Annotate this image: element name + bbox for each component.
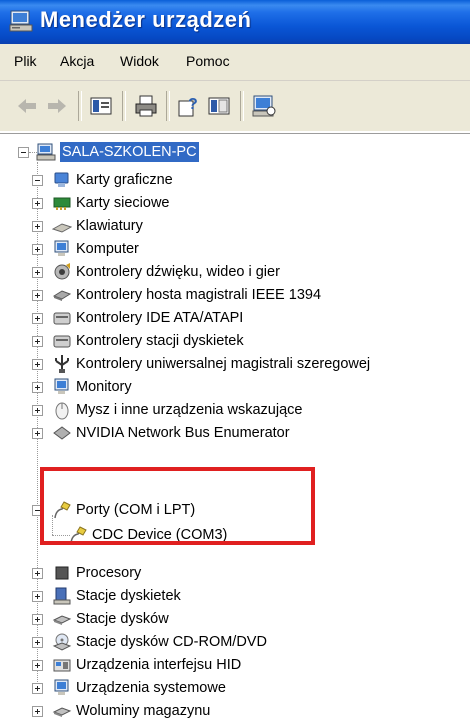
tree-item-nvidia[interactable]: NVIDIA Network Bus Enumerator xyxy=(76,423,290,443)
tree-root-label[interactable]: SALA-SZKOLEN-PC xyxy=(60,142,199,162)
mouse-icon xyxy=(55,402,69,420)
device-tree[interactable]: SALA-SZKOLEN-PC Karty graficzne Karty si… xyxy=(0,133,470,722)
expand-toggle[interactable] xyxy=(32,221,43,232)
tree-vertical-line xyxy=(37,162,38,686)
tree-item-monitory[interactable]: Monitory xyxy=(76,377,132,397)
ieee1394-icon xyxy=(52,290,72,301)
expand-toggle[interactable] xyxy=(32,175,43,186)
menu-pomoc[interactable]: Pomoc xyxy=(186,53,230,69)
expand-toggle[interactable] xyxy=(32,313,43,324)
back-arrow-icon[interactable] xyxy=(14,93,40,119)
expand-toggle[interactable] xyxy=(32,706,43,717)
toolbar-separator xyxy=(240,91,244,121)
scan-hardware-icon[interactable] xyxy=(251,93,277,119)
toolbar: ? xyxy=(0,81,470,131)
toolbar-separator xyxy=(78,91,82,121)
tree-item-kontrolery-dzwieku[interactable]: Kontrolery dźwięku, wideo i gier xyxy=(76,262,280,282)
tree-item-karty-sieciowe[interactable]: Karty sieciowe xyxy=(76,193,169,213)
tree-item-mysz[interactable]: Mysz i inne urządzenia wskazujące xyxy=(76,400,302,420)
sound-icon xyxy=(54,263,70,280)
device-icon xyxy=(53,426,71,440)
expand-toggle[interactable] xyxy=(32,198,43,209)
title-bar[interactable]: Menedżer urządzeń xyxy=(0,0,470,44)
cdrom-icon xyxy=(52,633,72,651)
disk-drive-icon xyxy=(52,615,72,625)
menu-bar: Plik Akcja Widok Pomoc xyxy=(0,44,470,81)
processor-icon xyxy=(55,566,69,580)
expand-toggle[interactable] xyxy=(32,660,43,671)
computer-icon xyxy=(9,10,33,32)
expand-toggle[interactable] xyxy=(32,359,43,370)
toolbar-separator xyxy=(166,91,170,121)
floppy-drive-icon xyxy=(53,587,71,605)
tree-item-klawiatury[interactable]: Klawiatury xyxy=(76,216,143,236)
tree-item-cd-rom[interactable]: Stacje dysków CD-ROM/DVD xyxy=(76,632,267,652)
monitor-icon xyxy=(54,378,69,394)
usb-icon xyxy=(55,355,69,373)
menu-plik[interactable]: Plik xyxy=(14,53,37,69)
print-icon[interactable] xyxy=(133,93,159,119)
hid-icon xyxy=(53,659,71,672)
properties-icon[interactable] xyxy=(206,93,232,119)
keyboard-icon xyxy=(52,223,72,233)
system-device-icon xyxy=(54,679,69,695)
tree-item-kontrolery-stacji-dyskietek[interactable]: Kontrolery stacji dyskietek xyxy=(76,331,244,351)
show-hide-tree-icon[interactable] xyxy=(88,93,114,119)
device-manager-window: Menedżer urządzeń Plik Akcja Widok Pomoc xyxy=(0,0,470,722)
storage-volume-icon xyxy=(52,707,72,717)
computer-icon xyxy=(54,240,69,256)
network-card-icon xyxy=(53,197,71,210)
expand-toggle[interactable] xyxy=(32,591,43,602)
tree-item-procesory[interactable]: Procesory xyxy=(76,563,141,583)
expand-toggle[interactable] xyxy=(32,637,43,648)
tree-item-usb[interactable]: Kontrolery uniwersalnej magistrali szere… xyxy=(76,354,370,374)
tree-item-ide-ata-atapi[interactable]: Kontrolery IDE ATA/ATAPI xyxy=(76,308,243,328)
tree-item-stacje-dyskietek[interactable]: Stacje dyskietek xyxy=(76,586,181,606)
expand-toggle[interactable] xyxy=(32,683,43,694)
tree-item-komputer[interactable]: Komputer xyxy=(76,239,139,259)
expand-toggle[interactable] xyxy=(32,290,43,301)
expand-toggle[interactable] xyxy=(32,244,43,255)
display-adapter-icon xyxy=(54,172,69,187)
expand-toggle[interactable] xyxy=(32,405,43,416)
expand-toggle[interactable] xyxy=(32,568,43,579)
tree-item-stacje-dyskow[interactable]: Stacje dysków xyxy=(76,609,169,629)
highlight-box xyxy=(40,467,315,545)
root-collapse-toggle[interactable] xyxy=(18,147,29,158)
expand-toggle[interactable] xyxy=(32,382,43,393)
tree-item-urzadzenia-systemowe[interactable]: Urządzenia systemowe xyxy=(76,678,226,698)
expand-toggle[interactable] xyxy=(32,428,43,439)
expand-toggle[interactable] xyxy=(32,267,43,278)
toolbar-separator xyxy=(122,91,126,121)
tree-item-karty-graficzne[interactable]: Karty graficzne xyxy=(76,170,173,190)
expand-toggle[interactable] xyxy=(32,336,43,347)
properties-help-icon[interactable]: ? xyxy=(176,93,202,119)
tree-item-woluminy[interactable]: Woluminy magazynu xyxy=(76,701,210,721)
floppy-controller-icon xyxy=(53,335,71,348)
forward-arrow-icon[interactable] xyxy=(44,93,70,119)
computer-icon xyxy=(36,143,56,161)
window-title: Menedżer urządzeń xyxy=(40,7,252,32)
svg-text:?: ? xyxy=(188,96,198,113)
ide-controller-icon xyxy=(53,312,71,325)
menu-akcja[interactable]: Akcja xyxy=(60,53,94,69)
tree-item-hid[interactable]: Urządzenia interfejsu HID xyxy=(76,655,241,675)
menu-widok[interactable]: Widok xyxy=(120,53,159,69)
tree-item-ieee-1394[interactable]: Kontrolery hosta magistrali IEEE 1394 xyxy=(76,285,321,305)
expand-toggle[interactable] xyxy=(32,614,43,625)
